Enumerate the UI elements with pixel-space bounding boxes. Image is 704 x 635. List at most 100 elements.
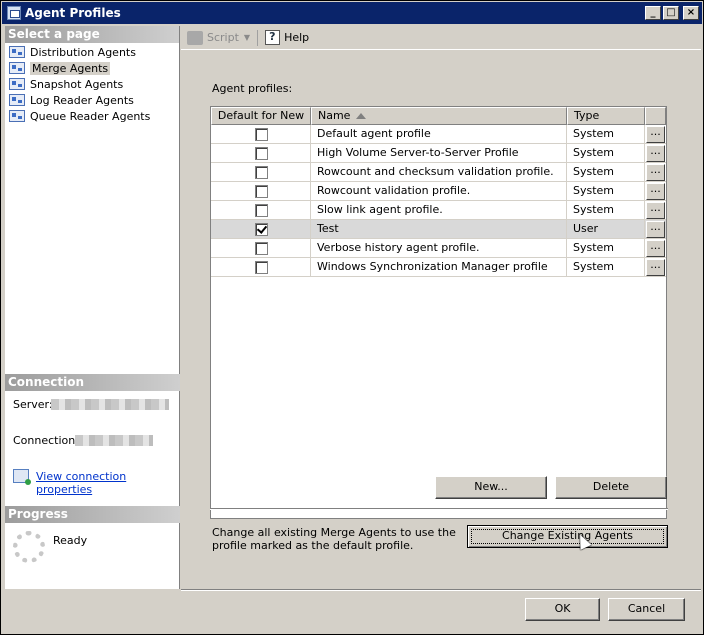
profile-properties-button[interactable]: ... [646,164,665,181]
agent-profiles-label: Agent profiles: [212,82,293,95]
edit-cell: ... [645,144,666,163]
agent-page-icon [9,78,25,90]
default-checkbox[interactable] [255,166,268,179]
column-header-name-label: Name [318,109,351,122]
profile-properties-button[interactable]: ... [646,221,665,238]
profile-properties-button[interactable]: ... [646,145,665,162]
script-icon [187,30,203,45]
main-pane: Agent profiles: Default for New Name Typ… [181,51,701,591]
profile-type-cell: System [567,125,645,144]
sidebar-item-label: Distribution Agents [30,45,136,59]
default-checkbox[interactable] [255,223,268,236]
sidebar-item-log-reader-agents[interactable]: Log Reader Agents [5,92,179,108]
server-value-redacted [51,399,169,410]
grid-rows: Default agent profile System... High Volum… [211,125,666,277]
column-header-default[interactable]: Default for New [211,107,311,125]
change-existing-agents-button[interactable]: Change Existing Agents [467,525,668,548]
default-checkbox[interactable] [255,128,268,141]
column-header-name[interactable]: Name [311,107,567,125]
grid-header: Default for New Name Type [211,107,666,125]
profile-name-cell: Verbose history agent profile. [311,239,567,258]
profile-properties-button[interactable]: ... [646,240,665,257]
edit-cell: ... [645,239,666,258]
focus-rectangle [471,529,664,544]
progress-spinner-icon [13,531,45,563]
profile-type-cell: User [567,220,645,239]
progress-status: Ready [53,534,88,547]
agent-page-icon [9,46,25,58]
default-cell [211,163,311,182]
default-cell [211,258,311,277]
table-row[interactable]: Windows Synchronization Manager profile S… [211,258,666,277]
delete-profile-label: Delete [592,480,630,493]
sidebar-item-label: Merge Agents [30,61,111,75]
sort-ascending-icon [356,113,366,119]
toolbar-separator [257,29,259,46]
profile-type-cell: System [567,144,645,163]
default-checkbox[interactable] [255,147,268,160]
profile-properties-button[interactable]: ... [646,183,665,200]
default-cell [211,201,311,220]
default-checkbox[interactable] [255,261,268,274]
default-checkbox[interactable] [255,185,268,198]
column-header-edit [645,107,666,125]
new-profile-button[interactable]: New... [435,476,547,499]
sidebar-item-label: Snapshot Agents [30,77,124,91]
ok-label: OK [554,602,571,615]
profile-type-cell: System [567,182,645,201]
toolbar: Script ▼ Help [181,26,701,50]
table-row[interactable]: Rowcount validation profile. System... [211,182,666,201]
default-checkbox[interactable] [255,242,268,255]
table-row[interactable]: Verbose history agent profile. System... [211,239,666,258]
close-button[interactable]: × [683,6,699,20]
page-list: Distribution Agents Merge Agents Snapshot … [5,43,179,124]
minimize-button[interactable]: _ [645,6,661,20]
cancel-label: Cancel [627,602,666,615]
table-row[interactable]: Default agent profile System... [211,125,666,144]
delete-profile-button[interactable]: Delete [555,476,667,499]
help-label: Help [284,31,310,44]
table-row[interactable]: Rowcount and checksum validation profile… [211,163,666,182]
profile-properties-button[interactable]: ... [646,259,665,276]
maximize-button[interactable]: □ [663,6,679,20]
default-cell [211,125,311,144]
agent-page-icon [9,110,25,122]
connection-value-redacted [75,435,153,446]
cancel-button[interactable]: Cancel [608,598,685,621]
edit-cell: ... [645,182,666,201]
change-agents-description: Change all existing Merge Agents to use … [212,526,456,552]
column-header-type[interactable]: Type [567,107,645,125]
default-checkbox[interactable] [255,204,268,217]
profile-properties-button[interactable]: ... [646,202,665,219]
table-row[interactable]: Slow link agent profile. System... [211,201,666,220]
sidebar-item-snapshot-agents[interactable]: Snapshot Agents [5,76,179,92]
progress-header: Progress [5,506,180,523]
left-pane: Select a page Distribution Agents Merge A… [5,26,180,589]
script-button[interactable]: Script ▼ [184,28,253,48]
divider [210,508,668,510]
edit-cell: ... [645,125,666,144]
sidebar-item-distribution-agents[interactable]: Distribution Agents [5,44,179,60]
profile-name-cell: Default agent profile [311,125,567,144]
default-cell [211,182,311,201]
help-button[interactable]: Help [262,28,312,48]
ok-button[interactable]: OK [525,598,600,621]
server-label: Server: [13,398,53,411]
sidebar-item-queue-reader-agents[interactable]: Queue Reader Agents [5,108,179,124]
view-connection-properties-link[interactable]: View connection properties [36,470,180,496]
script-label: Script [207,31,239,44]
profile-properties-button[interactable]: ... [646,126,665,143]
edit-cell: ... [645,258,666,277]
sidebar-item-merge-agents[interactable]: Merge Agents [5,60,179,76]
chevron-down-icon[interactable]: ▼ [244,33,250,42]
sidebar-item-label: Queue Reader Agents [30,109,151,123]
edit-cell: ... [645,163,666,182]
sidebar-item-label: Log Reader Agents [30,93,134,107]
window-app-icon [7,6,21,20]
table-row[interactable]: Test User... [211,220,666,239]
connection-label: Connection: [13,434,79,447]
select-page-header: Select a page [5,26,179,43]
profile-type-cell: System [567,201,645,220]
profile-type-cell: System [567,163,645,182]
table-row[interactable]: High Volume Server-to-Server Profile Syst… [211,144,666,163]
